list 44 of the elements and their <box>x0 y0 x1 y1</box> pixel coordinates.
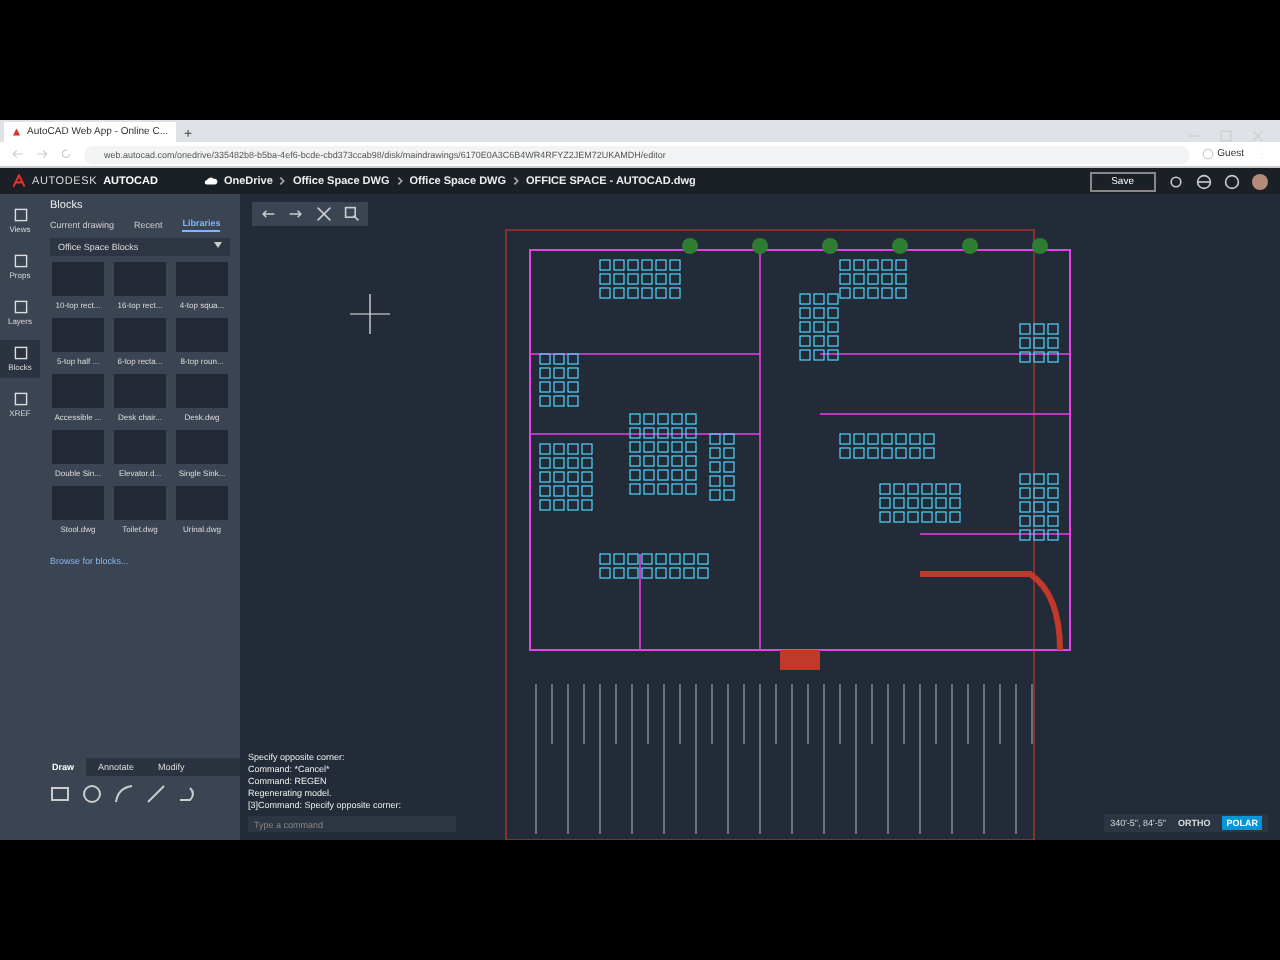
back-icon[interactable] <box>12 148 24 160</box>
block-thumbnail[interactable] <box>52 374 104 408</box>
caret-icon <box>214 242 222 248</box>
maximize-icon[interactable] <box>1220 130 1232 142</box>
block-thumbnail[interactable] <box>114 262 166 296</box>
block-thumbnail[interactable] <box>52 430 104 464</box>
minimize-icon[interactable] <box>1188 130 1200 142</box>
block-thumbnail[interactable] <box>114 430 166 464</box>
block-thumbnail[interactable] <box>52 318 104 352</box>
rectangle-icon[interactable] <box>50 784 70 804</box>
globe-icon[interactable] <box>1196 173 1212 189</box>
forward-icon[interactable] <box>36 148 48 160</box>
profile-icon[interactable] <box>1201 148 1214 160</box>
reload-icon[interactable] <box>60 148 72 160</box>
panel-icon <box>13 254 27 268</box>
block-thumbnail[interactable] <box>114 374 166 408</box>
block-thumbnail[interactable] <box>52 262 104 296</box>
block-thumbnail[interactable] <box>176 486 228 520</box>
block-thumbnail[interactable] <box>114 486 166 520</box>
autocad-logo-icon <box>12 174 26 188</box>
block-thumbnail[interactable] <box>176 430 228 464</box>
block-thumbnail[interactable] <box>176 318 228 352</box>
panel-icon <box>13 346 27 360</box>
circle-icon[interactable] <box>82 784 102 804</box>
chevron-icon <box>512 176 521 186</box>
line-icon[interactable] <box>146 784 166 804</box>
chevron-icon <box>278 176 287 186</box>
zoom-icon[interactable] <box>344 206 360 222</box>
block-thumbnail[interactable] <box>176 262 228 296</box>
redo-icon[interactable] <box>288 206 304 222</box>
panel-icon <box>13 392 27 406</box>
arc-icon[interactable] <box>114 784 134 804</box>
chevron-icon <box>395 176 404 186</box>
close-icon[interactable] <box>1252 130 1264 142</box>
polyline-icon[interactable] <box>178 784 198 804</box>
undo-icon[interactable] <box>260 206 276 222</box>
block-thumbnail[interactable] <box>176 374 228 408</box>
block-thumbnail[interactable] <box>52 486 104 520</box>
panel-icon <box>13 300 27 314</box>
app-logo-icon <box>12 126 21 138</box>
panel-icon <box>13 208 27 222</box>
cloud-icon <box>203 176 218 186</box>
avatar-icon[interactable] <box>1252 173 1268 189</box>
block-thumbnail[interactable] <box>114 318 166 352</box>
